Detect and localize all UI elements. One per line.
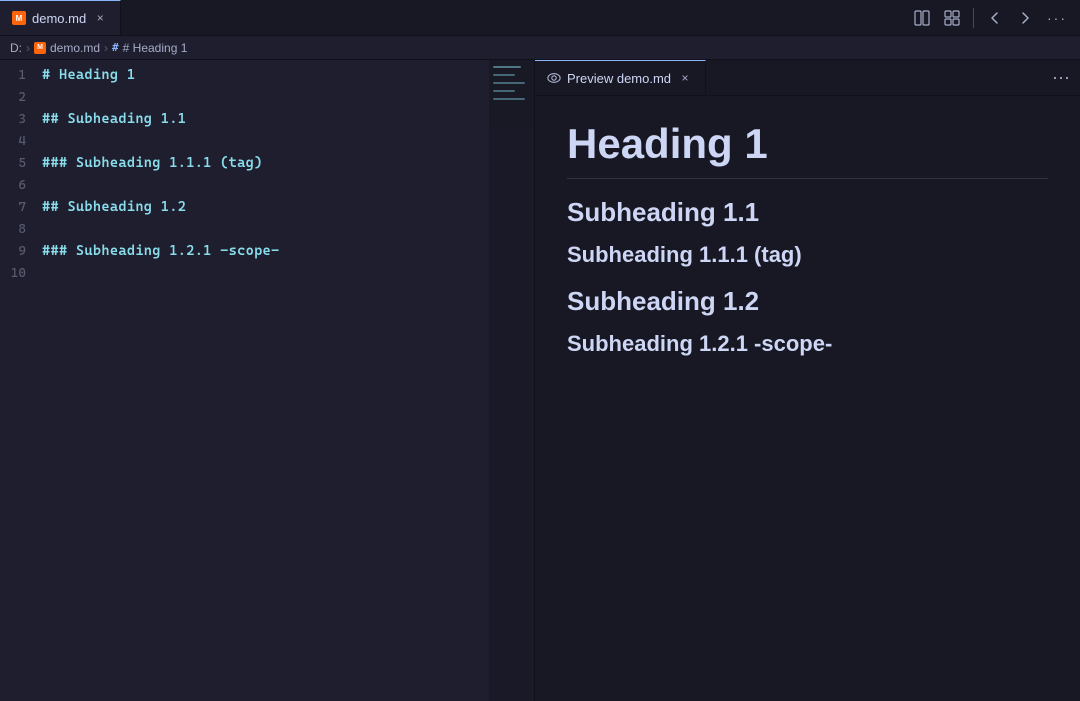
line-number: 1	[0, 68, 42, 83]
md-file-icon: M	[12, 11, 26, 25]
preview-heading3-2: Subheading 1.2.1 -scope-	[567, 331, 1048, 357]
breadcrumb-heading[interactable]: # Heading 1	[123, 41, 188, 55]
minimap	[489, 60, 534, 701]
breadcrumb-sep-1: ›	[26, 41, 30, 55]
preview-more-button[interactable]: ···	[1042, 67, 1080, 88]
line-number: 5	[0, 156, 42, 171]
tab-bar: M demo.md ×	[0, 0, 1080, 36]
line-number: 4	[0, 134, 42, 149]
line-number: 10	[0, 266, 42, 281]
breadcrumb-heading-icon: #	[112, 41, 119, 54]
back-button[interactable]	[982, 6, 1008, 30]
line-number: 7	[0, 200, 42, 215]
breadcrumb-sep-2: ›	[104, 41, 108, 55]
layout-icon	[944, 10, 960, 26]
code-line: 3## Subheading 1.1	[0, 108, 534, 130]
editor-pane: 1# Heading 123## Subheading 1.145### Sub…	[0, 60, 535, 701]
main-area: 1# Heading 123## Subheading 1.145### Sub…	[0, 60, 1080, 701]
editor-tab-demo-md[interactable]: M demo.md ×	[0, 0, 121, 35]
more-actions-button[interactable]: ···	[1042, 6, 1072, 30]
code-line: 1# Heading 1	[0, 64, 534, 86]
preview-heading2-2: Subheading 1.2	[567, 286, 1048, 317]
editor-tab-group: M demo.md ×	[0, 0, 121, 35]
breadcrumb-drive[interactable]: D:	[10, 41, 22, 55]
preview-tab-label: Preview demo.md	[567, 71, 671, 86]
line-content: ## Subheading 1.2	[42, 199, 186, 215]
editor-content[interactable]: 1# Heading 123## Subheading 1.145### Sub…	[0, 60, 534, 701]
code-line: 9### Subheading 1.2.1 -scope-	[0, 240, 534, 262]
preview-eye-icon	[547, 71, 561, 85]
more-actions-icon: ···	[1047, 10, 1067, 26]
back-icon	[987, 10, 1003, 26]
forward-icon	[1017, 10, 1033, 26]
code-line: 4	[0, 130, 534, 152]
code-line: 7## Subheading 1.2	[0, 196, 534, 218]
preview-heading2-1: Subheading 1.1	[567, 197, 1048, 228]
toolbar: ···	[901, 6, 1080, 30]
editor-tab-label: demo.md	[32, 11, 86, 26]
preview-heading3-1: Subheading 1.1.1 (tag)	[567, 242, 1048, 268]
preview-tab[interactable]: Preview demo.md ×	[535, 60, 706, 95]
code-line: 5### Subheading 1.1.1 (tag)	[0, 152, 534, 174]
preview-heading1: Heading 1	[567, 120, 1048, 179]
line-number: 6	[0, 178, 42, 193]
code-line: 6	[0, 174, 534, 196]
editor-tab-close[interactable]: ×	[92, 10, 108, 26]
line-number: 9	[0, 244, 42, 259]
toolbar-divider	[973, 8, 974, 28]
line-number: 2	[0, 90, 42, 105]
preview-tab-close[interactable]: ×	[677, 70, 693, 86]
code-line: 8	[0, 218, 534, 240]
breadcrumb: D: › M demo.md › # # Heading 1	[0, 36, 1080, 60]
layout-button[interactable]	[939, 6, 965, 30]
split-editor-button[interactable]	[909, 6, 935, 30]
forward-button[interactable]	[1012, 6, 1038, 30]
breadcrumb-md-icon: M	[34, 42, 46, 54]
preview-tab-bar: Preview demo.md × ···	[535, 60, 1080, 96]
code-lines: 1# Heading 123## Subheading 1.145### Sub…	[0, 64, 534, 284]
line-number: 8	[0, 222, 42, 237]
line-content: ### Subheading 1.1.1 (tag)	[42, 155, 263, 171]
breadcrumb-file[interactable]: demo.md	[50, 41, 100, 55]
line-content: ## Subheading 1.1	[42, 111, 186, 127]
code-line: 10	[0, 262, 534, 284]
preview-content: Heading 1 Subheading 1.1 Subheading 1.1.…	[535, 96, 1080, 701]
line-number: 3	[0, 112, 42, 127]
preview-more-icon: ···	[1052, 67, 1070, 87]
preview-pane: Preview demo.md × ··· Heading 1 Subheadi…	[535, 60, 1080, 701]
code-line: 2	[0, 86, 534, 108]
split-editor-icon	[914, 10, 930, 26]
line-content: # Heading 1	[42, 67, 135, 83]
line-content: ### Subheading 1.2.1 -scope-	[42, 243, 280, 259]
